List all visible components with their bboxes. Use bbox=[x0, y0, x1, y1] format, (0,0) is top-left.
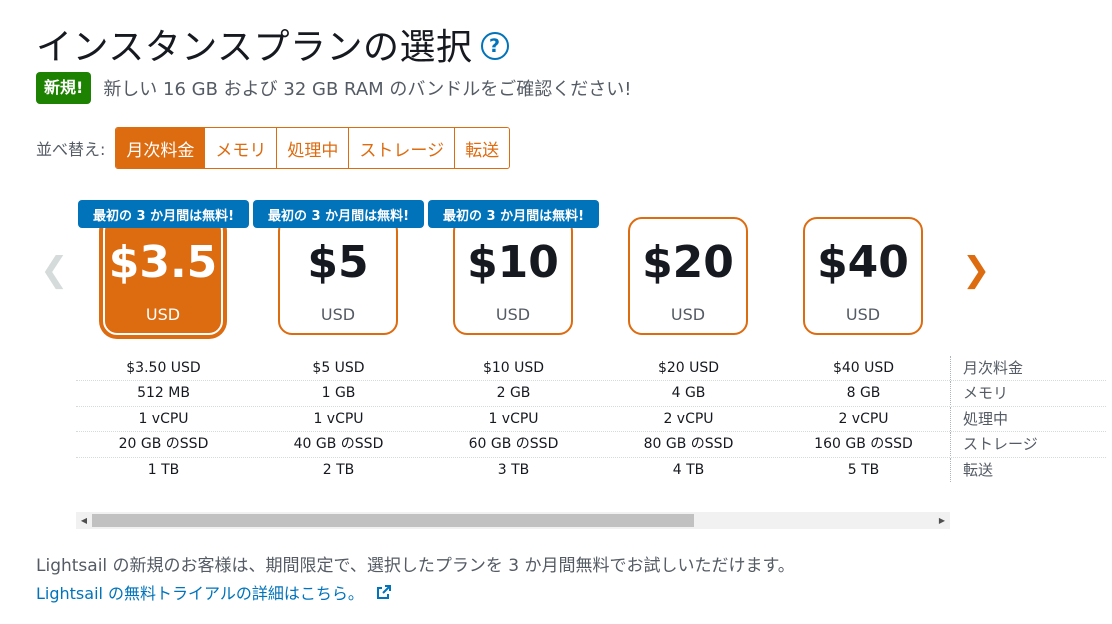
scroll-left-arrow-icon[interactable]: ◀ bbox=[76, 512, 92, 529]
spec-cell: 3 TB bbox=[497, 461, 530, 478]
spec-cell: $40 USD bbox=[832, 360, 895, 376]
spec-row-transfer: 1 TB 2 TB 3 TB 4 TB 5 TB 転送 bbox=[76, 457, 1106, 482]
plan-price: $5 bbox=[307, 237, 369, 288]
sort-option-transfer[interactable]: 転送 bbox=[454, 128, 510, 168]
spec-cell: 5 TB bbox=[847, 461, 880, 478]
free-trial-badge: 最初の 3 か月間は無料! bbox=[78, 200, 249, 228]
plan-card-5[interactable]: $5 USD bbox=[278, 217, 398, 335]
free-trial-details-link-label[interactable]: Lightsail の無料トライアルの詳細はこちら。 bbox=[36, 580, 364, 604]
plan-specs-table: $3.50 USD $5 USD $10 USD $20 USD $40 USD… bbox=[76, 356, 1106, 482]
spec-cell: 512 MB bbox=[137, 385, 190, 402]
carousel-prev-icon[interactable]: ❮ bbox=[40, 250, 69, 290]
sort-option-storage[interactable]: ストレージ bbox=[348, 128, 455, 168]
page-title: インスタンスプランの選択 bbox=[36, 27, 473, 68]
spec-cell: 80 GB のSSD bbox=[643, 436, 734, 453]
plan-price: $3.5 bbox=[108, 237, 218, 288]
scrollbar-thumb[interactable] bbox=[92, 514, 694, 527]
spec-row-memory: 512 MB 1 GB 2 GB 4 GB 8 GB メモリ bbox=[76, 381, 1106, 407]
spec-cell: 2 TB bbox=[322, 461, 355, 478]
scroll-right-arrow-icon[interactable]: ▶ bbox=[934, 512, 950, 529]
plan-option: 最初の 3 か月間は無料! $5 USD bbox=[251, 200, 426, 340]
spec-cell: 8 GB bbox=[846, 385, 881, 402]
plan-option: $40 USD bbox=[776, 200, 951, 340]
spec-cell: $10 USD bbox=[482, 360, 545, 376]
plan-price: $20 bbox=[642, 237, 734, 288]
horizontal-scrollbar[interactable]: ◀ ▶ bbox=[76, 512, 950, 529]
new-bundles-notice: 新規! 新しい 16 GB および 32 GB RAM のバンドルをご確認くださ… bbox=[36, 72, 632, 104]
new-bundles-text: 新しい 16 GB および 32 GB RAM のバンドルをご確認ください! bbox=[103, 79, 632, 100]
spec-row-monthly-price: $3.50 USD $5 USD $10 USD $20 USD $40 USD… bbox=[76, 356, 1106, 382]
spec-cell: 160 GB のSSD bbox=[814, 436, 913, 453]
spec-label: メモリ bbox=[950, 381, 1008, 406]
plan-card-10[interactable]: $10 USD bbox=[453, 217, 573, 335]
carousel-next-icon[interactable]: ❯ bbox=[962, 250, 991, 290]
plan-option: $20 USD bbox=[601, 200, 776, 340]
plan-currency: USD bbox=[145, 305, 181, 324]
plan-currency: USD bbox=[670, 305, 706, 324]
sort-option-processing[interactable]: 処理中 bbox=[276, 128, 349, 168]
spec-cell: 40 GB のSSD bbox=[293, 436, 384, 453]
plan-option: 最初の 3 か月間は無料! $3.5 USD bbox=[76, 200, 251, 340]
spec-cell: 4 GB bbox=[671, 385, 706, 402]
spec-cell: 4 TB bbox=[672, 461, 705, 478]
spec-cell: $20 USD bbox=[657, 360, 720, 376]
spec-row-processing: 1 vCPU 1 vCPU 1 vCPU 2 vCPU 2 vCPU 処理中 bbox=[76, 406, 1106, 433]
new-badge: 新規! bbox=[36, 72, 92, 104]
plan-card-20[interactable]: $20 USD bbox=[628, 217, 748, 335]
plan-card-40[interactable]: $40 USD bbox=[803, 217, 923, 335]
spec-cell: 1 TB bbox=[147, 461, 180, 478]
spec-label: 処理中 bbox=[950, 406, 1008, 431]
spec-cell: 1 GB bbox=[321, 385, 356, 402]
plan-option: 最初の 3 か月間は無料! $10 USD bbox=[426, 200, 601, 340]
spec-label: 月次料金 bbox=[950, 356, 1023, 380]
plan-currency: USD bbox=[320, 305, 356, 324]
sort-option-monthly-price[interactable]: 月次料金 bbox=[116, 128, 205, 168]
plan-price: $10 bbox=[467, 237, 559, 288]
plan-card-3-5[interactable]: $3.5 USD bbox=[103, 217, 223, 335]
spec-cell: 60 GB のSSD bbox=[468, 436, 559, 453]
external-link-icon bbox=[376, 585, 391, 599]
free-trial-details-link[interactable]: Lightsail の無料トライアルの詳細はこちら。 bbox=[36, 580, 392, 604]
sort-controls: 並べ替え: 月次料金 メモリ 処理中 ストレージ 転送 bbox=[36, 127, 511, 169]
spec-cell: 20 GB のSSD bbox=[118, 436, 209, 453]
sort-label: 並べ替え: bbox=[36, 140, 106, 159]
spec-cell: 1 vCPU bbox=[138, 410, 189, 427]
spec-row-storage: 20 GB のSSD 40 GB のSSD 60 GB のSSD 80 GB の… bbox=[76, 432, 1106, 458]
help-icon[interactable]: ? bbox=[480, 32, 509, 60]
free-trial-info-text: Lightsail の新規のお客様は、期間限定で、選択したプランを 3 か月間無… bbox=[36, 556, 795, 576]
spec-cell: 2 GB bbox=[496, 385, 531, 402]
spec-cell: $5 USD bbox=[312, 360, 365, 376]
spec-label: ストレージ bbox=[950, 432, 1038, 457]
spec-cell: 2 vCPU bbox=[838, 410, 889, 427]
plan-currency: USD bbox=[845, 305, 881, 324]
free-trial-badge: 最初の 3 か月間は無料! bbox=[253, 200, 424, 228]
sort-segmented-control: 月次料金 メモリ 処理中 ストレージ 転送 bbox=[115, 127, 511, 169]
spec-cell: 1 vCPU bbox=[313, 410, 364, 427]
free-trial-badge: 最初の 3 か月間は無料! bbox=[428, 200, 599, 228]
page-header: インスタンスプランの選択 ? bbox=[36, 18, 509, 70]
spec-label: 転送 bbox=[950, 457, 993, 482]
plan-price: $40 bbox=[817, 237, 909, 288]
sort-option-memory[interactable]: メモリ bbox=[204, 128, 277, 168]
spec-cell: 2 vCPU bbox=[663, 410, 714, 427]
plan-currency: USD bbox=[495, 305, 531, 324]
spec-cell: 1 vCPU bbox=[488, 410, 539, 427]
spec-cell: $3.50 USD bbox=[126, 360, 201, 376]
